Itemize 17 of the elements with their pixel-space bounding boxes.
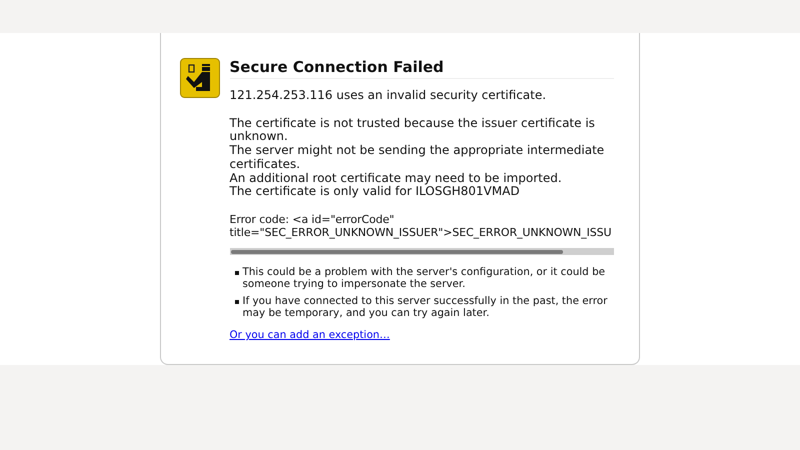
detail-text: The certificate is not trusted because the issuer certificate is [230,116,596,130]
horizontal-scrollbar[interactable] [230,248,614,256]
officer-icon [180,58,220,98]
bullet-icon [234,271,238,276]
detail-text: certificates. [230,158,302,172]
bullet-icon [234,300,238,304]
error-title: Secure Connection Failed [230,58,614,79]
detail-text: unknown. [230,130,289,144]
error-code-text: Error code: <a id="errorCode" [230,212,396,226]
bullet-text: This could be a problem with the server's configuration, or it could be someone trying to impersonate the server. [242,267,606,290]
add-exception-link[interactable]: Or you can add an exception… [230,329,390,342]
detail-text: An additional root certificate may need to be imported. [230,172,563,186]
bullet-text: If you have connected to this server successfully in the past, the error may be temporary, and you can try again later. [242,296,608,320]
detail-text: The server might not be sending the appropriate intermediate [230,144,606,158]
error-summary: 121.254.253.116 uses an invalid security certificate. [230,89,548,103]
detail-text: The certificate is only valid for ILOSGH801VMAD [230,185,520,199]
error-code-text: title="SEC_ERROR_UNKNOWN_ISSUER">SEC_ERROR_UNKNOWN_ISSU [230,226,612,240]
